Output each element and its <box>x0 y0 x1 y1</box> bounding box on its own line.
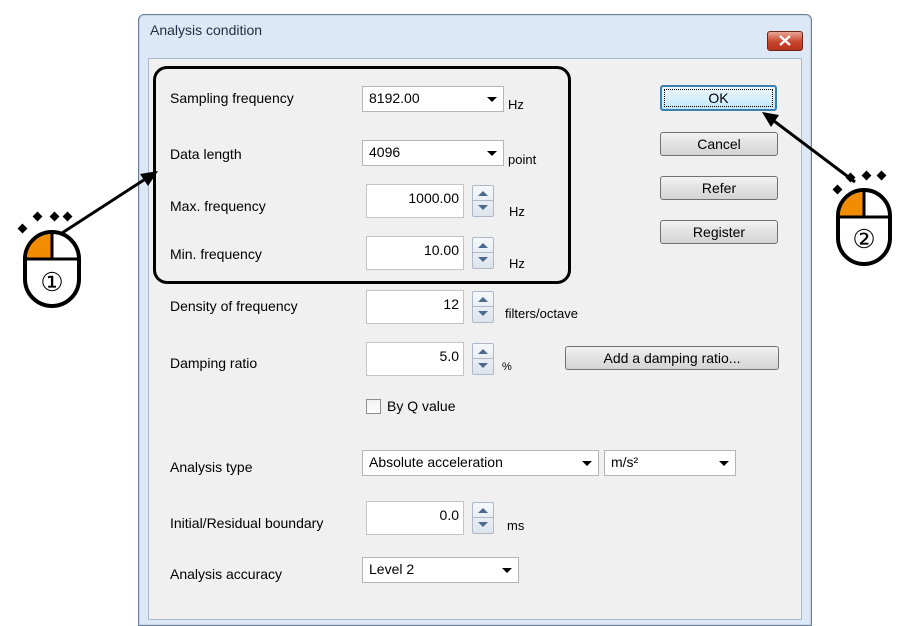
mouse-left-click-icon: ② <box>826 160 904 270</box>
mouse-left-click-icon: ① <box>6 203 96 313</box>
arrowhead-icon <box>140 171 158 186</box>
callout-two: ② <box>852 224 876 254</box>
annotation-arrows <box>61 112 856 235</box>
callout-one: ① <box>40 267 64 297</box>
arrowhead-icon <box>762 112 779 127</box>
